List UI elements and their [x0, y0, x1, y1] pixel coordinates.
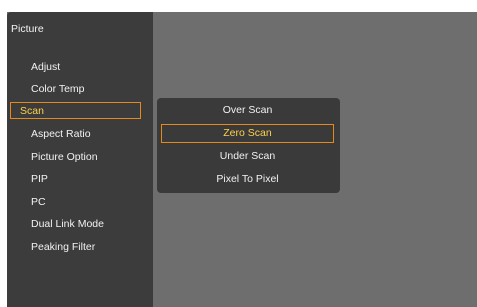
menu-item-pc[interactable]: PC	[10, 193, 141, 210]
menu-item-peaking-filter[interactable]: Peaking Filter	[10, 238, 141, 255]
menu-title: Picture	[11, 23, 44, 35]
submenu-item-over-scan[interactable]: Over Scan	[161, 101, 334, 120]
submenu-item-zero-scan[interactable]: Zero Scan	[161, 124, 334, 143]
submenu-item-under-scan[interactable]: Under Scan	[161, 147, 334, 166]
submenu-item-pixel-to-pixel[interactable]: Pixel To Pixel	[161, 170, 334, 189]
menu-item-dual-link-mode[interactable]: Dual Link Mode	[10, 215, 141, 232]
menu-item-scan[interactable]: Scan	[10, 102, 141, 119]
menu-item-pip[interactable]: PIP	[10, 170, 141, 187]
scan-submenu-panel: Over Scan Zero Scan Under Scan Pixel To …	[157, 98, 340, 193]
menu-item-adjust[interactable]: Adjust	[10, 58, 141, 75]
menu-item-color-temp[interactable]: Color Temp	[10, 80, 141, 97]
menu-item-aspect-ratio[interactable]: Aspect Ratio	[10, 125, 141, 142]
menu-item-picture-option[interactable]: Picture Option	[10, 148, 141, 165]
